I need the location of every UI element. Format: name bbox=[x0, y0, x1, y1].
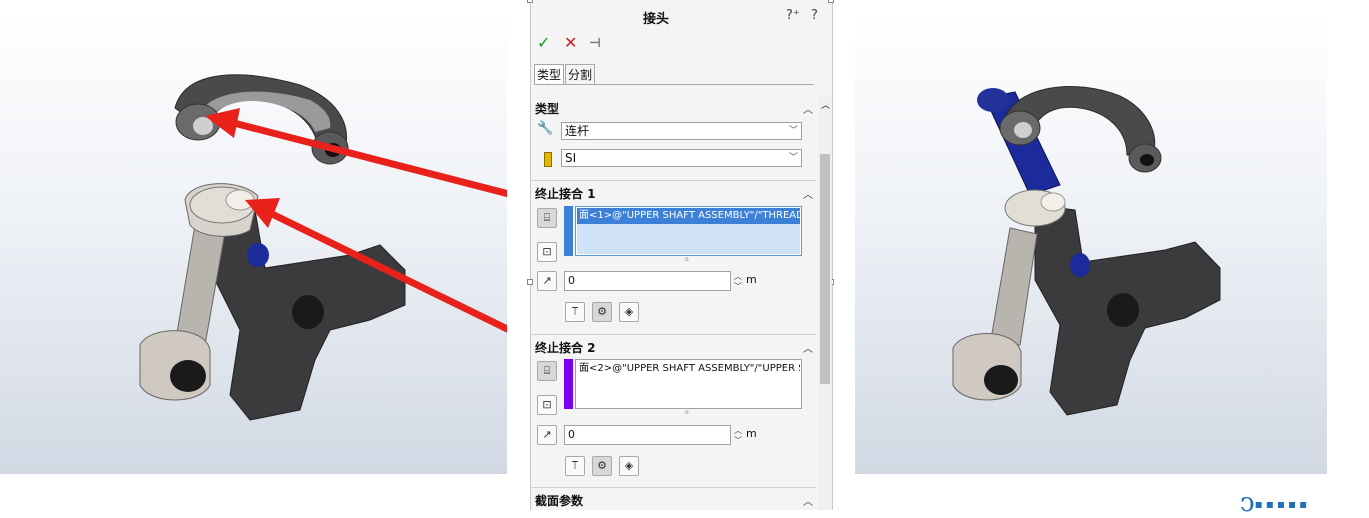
collapse-section-params-icon[interactable]: ︿ bbox=[803, 493, 813, 508]
tab-divider bbox=[534, 84, 814, 85]
end2-offset-input[interactable]: 0 bbox=[564, 425, 731, 445]
offset-direction-icon[interactable]: ↗ bbox=[537, 271, 557, 291]
resize-grip-icon[interactable]: o bbox=[685, 409, 689, 416]
offset-direction-icon[interactable]: ↗ bbox=[537, 425, 557, 445]
end2-unit: m bbox=[746, 427, 757, 440]
end1-color-bar bbox=[564, 206, 573, 256]
resize-handle[interactable] bbox=[527, 279, 533, 285]
resize-handle[interactable] bbox=[527, 0, 533, 3]
whats-new-help-icon[interactable]: ?⁺ bbox=[786, 8, 800, 23]
unit-system-value: SI bbox=[565, 151, 577, 165]
connection-type-3-icon[interactable]: ◈ bbox=[619, 456, 639, 476]
list-area bbox=[577, 224, 800, 254]
end2-color-bar bbox=[564, 359, 573, 409]
upper-curved-link[interactable] bbox=[174, 74, 349, 165]
end1-selection-list[interactable]: 面<1>@"UPPER SHAFT ASSEMBLY"/"THREAD T bbox=[575, 206, 802, 256]
chevron-down-icon: ﹀ bbox=[788, 153, 798, 163]
unit-system-select[interactable]: SI ﹀ bbox=[561, 149, 802, 167]
mate-type-select[interactable]: 连杆 ﹀ bbox=[561, 122, 802, 140]
collapse-end1-icon[interactable]: ︿ bbox=[803, 186, 813, 201]
linkage-assembly-after bbox=[952, 86, 1221, 416]
connection-type-2-icon[interactable]: ⚙ bbox=[592, 456, 612, 476]
wrench-icon: 🔧 bbox=[537, 121, 554, 136]
cylinder-face-icon[interactable]: ⌸ bbox=[537, 361, 557, 381]
tab-split[interactable]: 分割 bbox=[565, 64, 596, 85]
tab-type[interactable]: 类型 bbox=[534, 64, 565, 85]
joint-property-manager: 接头 ?⁺ ? ✓ ✕ ⊣ 类型 分割 ︿ 类型 ︿ 🔧 连杆 ﹀ SI ﹀ 终… bbox=[527, 0, 834, 510]
linkage-assembly-before bbox=[139, 74, 507, 421]
end2-selection-list[interactable]: 面<2>@"UPPER SHAFT ASSEMBLY"/"UPPER SH. bbox=[575, 359, 802, 409]
lower-bracket[interactable] bbox=[1034, 204, 1221, 416]
connection-type-1-icon[interactable]: ⟙ bbox=[565, 302, 585, 322]
collapse-type-icon[interactable]: ︿ bbox=[803, 101, 813, 116]
part-face-icon[interactable]: ⊡ bbox=[537, 242, 557, 262]
section-divider bbox=[531, 334, 816, 335]
end1-entity[interactable]: 面<1>@"UPPER SHAFT ASSEMBLY"/"THREAD T bbox=[577, 208, 800, 224]
spin-up-icon[interactable]: ︿ bbox=[734, 273, 742, 281]
chevron-down-icon: ﹀ bbox=[788, 126, 798, 136]
end1-offset-input[interactable]: 0 bbox=[564, 271, 731, 291]
collapse-end2-icon[interactable]: ︿ bbox=[803, 340, 813, 355]
connection-type-1-icon[interactable]: ⟙ bbox=[565, 456, 585, 476]
scroll-up-icon[interactable]: ︿ bbox=[821, 98, 830, 111]
section-divider bbox=[531, 180, 816, 181]
brand-logo: ↄ▪▪▪▪▪ bbox=[1240, 488, 1311, 518]
type-section-label: 类型 bbox=[535, 102, 560, 116]
lower-bracket[interactable] bbox=[214, 204, 406, 421]
graphics-viewport-before[interactable] bbox=[0, 12, 507, 474]
cancel-icon[interactable]: ✕ bbox=[564, 33, 577, 52]
spin-down-icon[interactable]: ﹀ bbox=[734, 283, 742, 291]
end1-unit: m bbox=[746, 273, 757, 286]
pushpin-icon[interactable]: ⊣ bbox=[589, 36, 601, 51]
section-divider bbox=[531, 487, 816, 488]
ruler-icon bbox=[544, 152, 552, 167]
cylinder-face-icon[interactable]: ⌸ bbox=[537, 208, 557, 228]
section-params-label: 截面参数 bbox=[535, 494, 584, 508]
connection-type-2-icon[interactable]: ⚙ bbox=[592, 302, 612, 322]
end2-entity[interactable]: 面<2>@"UPPER SHAFT ASSEMBLY"/"UPPER SH. bbox=[577, 361, 800, 377]
part-face-icon[interactable]: ⊡ bbox=[537, 395, 557, 415]
resize-handle[interactable] bbox=[828, 0, 834, 3]
connection-type-3-icon[interactable]: ◈ bbox=[619, 302, 639, 322]
help-icon[interactable]: ? bbox=[811, 8, 818, 23]
ok-icon[interactable]: ✓ bbox=[537, 33, 550, 52]
panel-scrollbar[interactable]: ︿ bbox=[818, 96, 832, 510]
end2-section-label: 终止接合 2 bbox=[535, 341, 596, 355]
spin-down-icon[interactable]: ﹀ bbox=[734, 437, 742, 445]
panel-title: 接头 bbox=[642, 12, 669, 27]
resize-grip-icon[interactable]: o bbox=[685, 256, 689, 263]
scrollbar-thumb[interactable] bbox=[820, 154, 830, 384]
mate-type-value: 连杆 bbox=[565, 124, 590, 138]
spin-up-icon[interactable]: ︿ bbox=[734, 427, 742, 435]
graphics-viewport-after[interactable] bbox=[855, 12, 1327, 474]
end1-section-label: 终止接合 1 bbox=[535, 187, 596, 201]
